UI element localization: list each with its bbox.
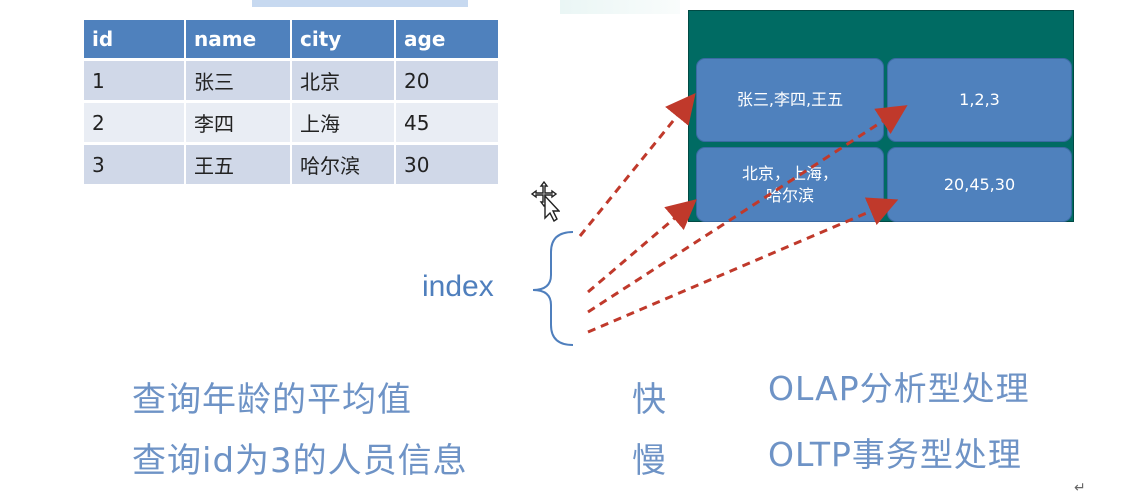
query-speed: 快 <box>632 380 667 420</box>
query-speed: 慢 <box>632 441 667 481</box>
processing-type: OLAP分析型处理 <box>768 369 1030 408</box>
query-text: 查询年龄的平均值 <box>132 380 412 420</box>
arrow-to-names <box>578 93 696 237</box>
return-mark-icon: ↵ <box>1074 480 1086 496</box>
query-text: 查询id为3的人员信息 <box>132 441 468 481</box>
index-brace <box>532 231 574 346</box>
arrow-to-ages <box>587 197 899 334</box>
index-label: index <box>422 270 494 303</box>
processing-type: OLTP事务型处理 <box>768 435 1022 474</box>
arrow-to-ids <box>587 105 908 314</box>
